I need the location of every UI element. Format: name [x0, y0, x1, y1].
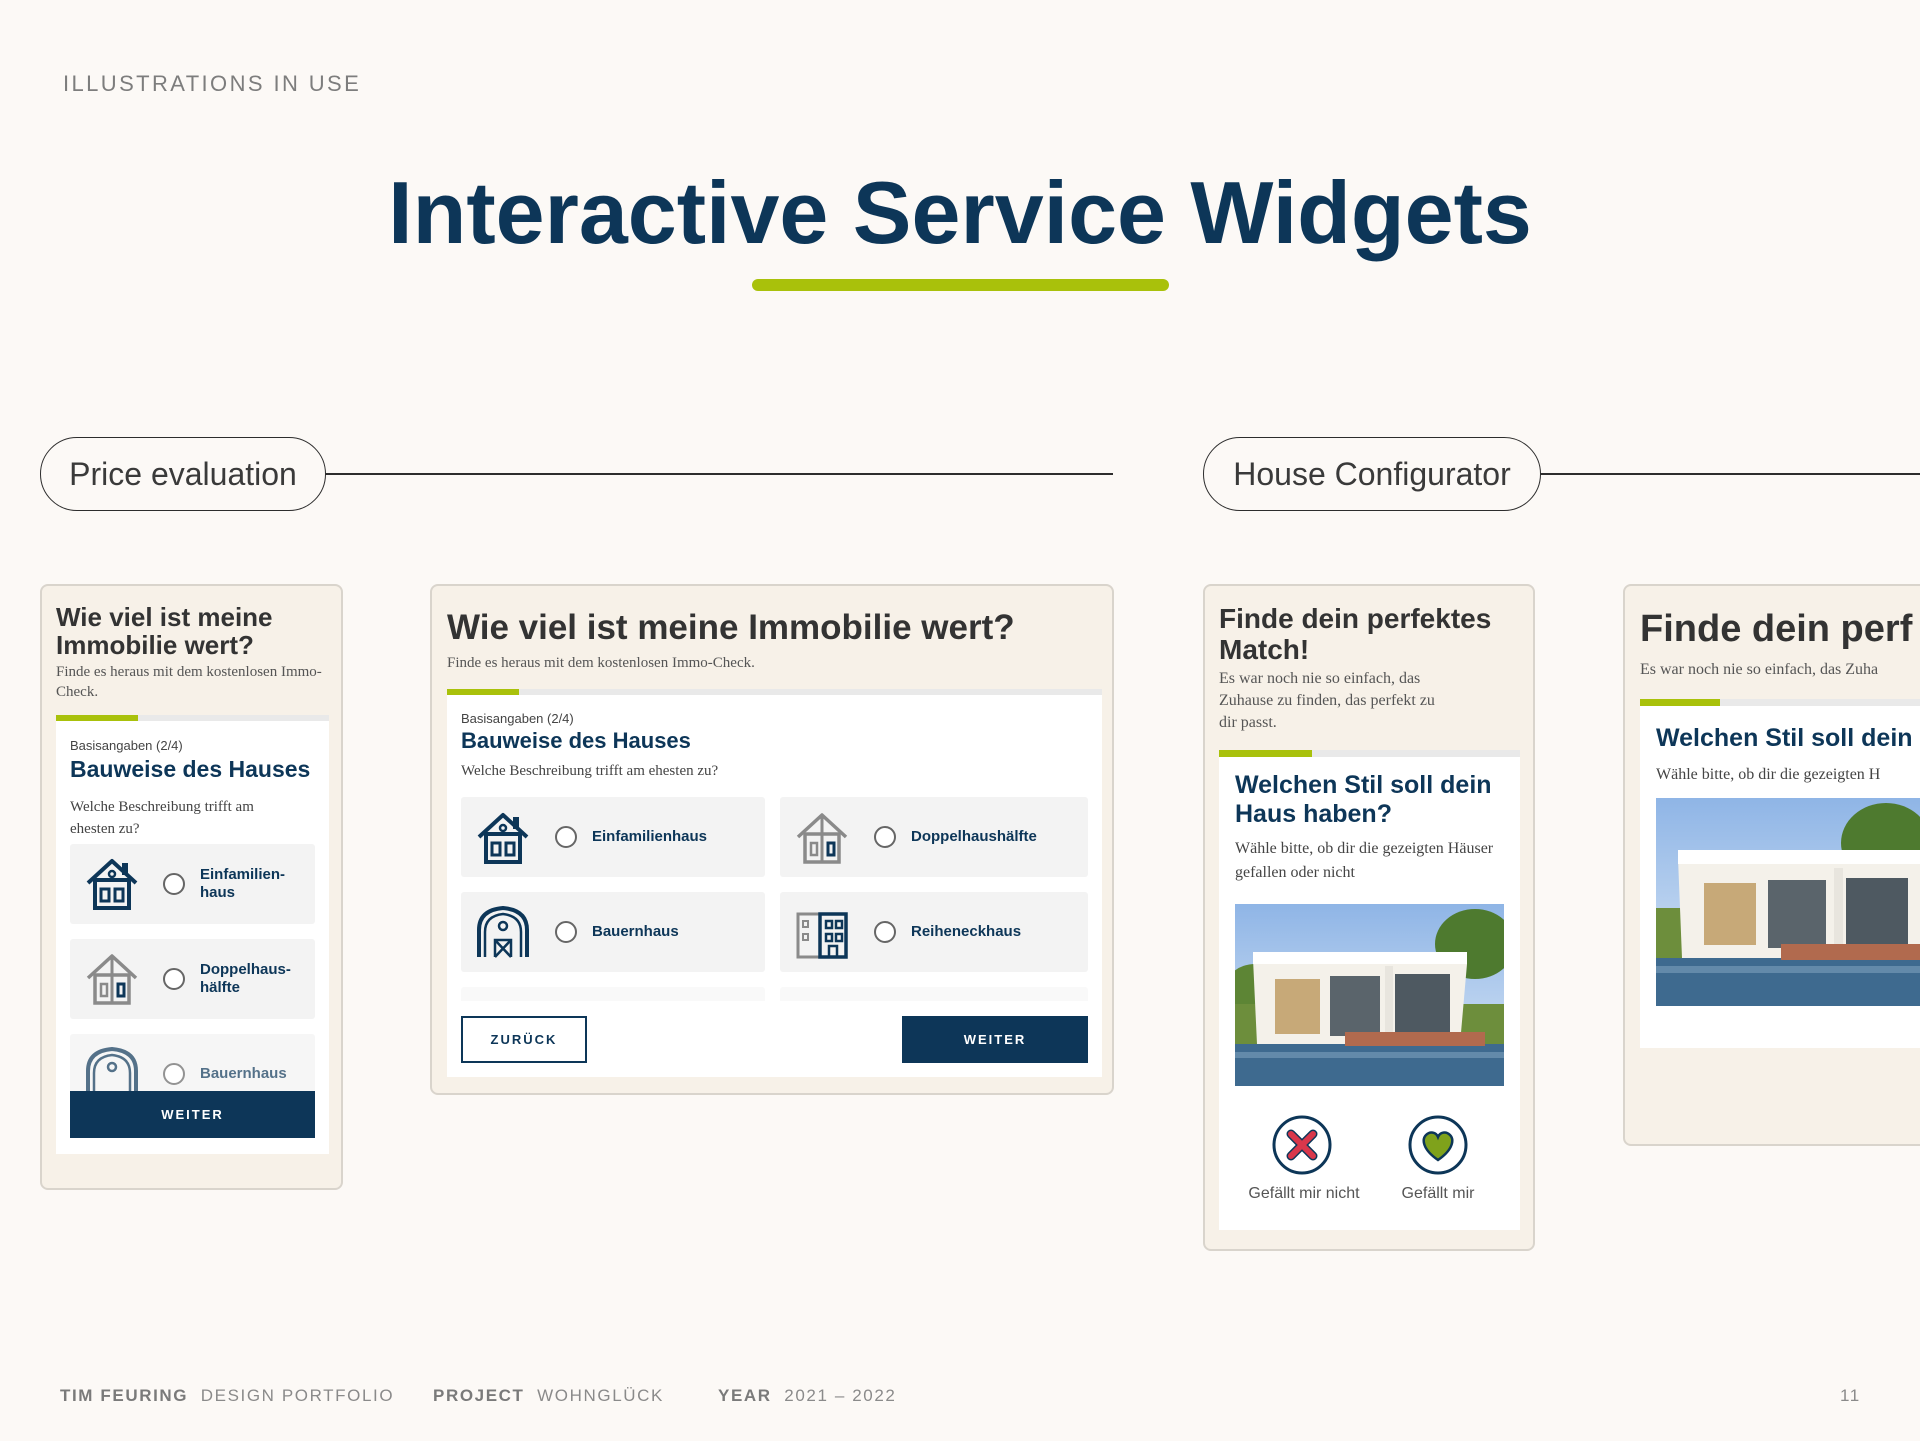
- step-label: Basisangaben (2/4): [70, 738, 183, 753]
- option-radio[interactable]: [163, 873, 185, 895]
- widget-subtitle: Finde es heraus mit dem kostenlosen Immo…: [56, 664, 322, 700]
- option-einfamilienhaus[interactable]: Einfamilien-haus: [70, 844, 315, 924]
- question-title: Welchen Stil soll dein Haus haben?: [1235, 771, 1492, 828]
- progress-bar: [1219, 750, 1520, 757]
- question-description: Welche Beschreibung trifft am ehesten zu…: [461, 763, 719, 779]
- footer-project: PROJECT WOHNGLÜCK: [433, 1386, 664, 1406]
- option-grid[interactable]: Einfamilienhaus Doppelhaushälfte Bauernh…: [461, 797, 1088, 1001]
- semi-detached-house-icon: [82, 948, 142, 1008]
- progress-fill: [1219, 750, 1313, 757]
- progress-fill: [1640, 699, 1720, 706]
- option-bauernhaus[interactable]: Bauernhaus: [461, 892, 765, 972]
- question-description: Welche Beschreibung trifft am ehesten zu…: [70, 799, 254, 837]
- next-button[interactable]: WEITER: [70, 1091, 315, 1138]
- section-divider: [320, 473, 1113, 475]
- section-divider: [1538, 473, 1920, 475]
- barn-icon: [473, 902, 533, 962]
- house-photo: [1656, 798, 1920, 1006]
- question-title: Welchen Stil soll dein: [1656, 724, 1913, 752]
- footer-year-value: 2021 – 2022: [784, 1386, 897, 1405]
- house-icon: [473, 807, 533, 867]
- option-reiheneckhaus[interactable]: Reiheneckhaus: [780, 892, 1088, 972]
- like-heart-icon[interactable]: [1408, 1115, 1468, 1175]
- configurator-widget-desktop: Finde dein perf Es war noch nie so einfa…: [1623, 584, 1920, 1146]
- next-button[interactable]: WEITER: [902, 1016, 1088, 1063]
- price-widget-desktop: Wie viel ist meine Immobilie wert? Finde…: [430, 584, 1114, 1095]
- option-label: Einfamilien-haus: [200, 866, 286, 901]
- widget-heading: Finde dein perf: [1640, 608, 1913, 650]
- page-number: 11: [1840, 1386, 1861, 1405]
- option-label: Doppelhaus-hälfte: [200, 961, 291, 996]
- footer-year-label: YEAR: [718, 1386, 772, 1405]
- question-title: Bauweise des Hauses: [461, 728, 691, 753]
- semi-detached-house-icon: [792, 807, 852, 867]
- dislike-label: Gefällt mir nicht: [1248, 1185, 1360, 1202]
- option-list[interactable]: Einfamilien-haus Doppelhaus-hälfte Bauer…: [70, 844, 315, 1116]
- section-pill-house-configurator: House Configurator: [1203, 437, 1541, 511]
- house-photo: [1235, 904, 1504, 1086]
- footer-year: YEAR 2021 – 2022: [718, 1386, 896, 1406]
- dislike-x-icon[interactable]: [1272, 1115, 1332, 1175]
- question-title: Bauweise des Hauses: [70, 756, 311, 782]
- page-title: Interactive Service Widgets: [388, 163, 1532, 262]
- question-description: Wähle bitte, ob dir die gezeigten H: [1656, 766, 1881, 783]
- widget-body: Welchen Stil soll dein Wähle bitte, ob d…: [1640, 706, 1920, 1048]
- widget-subtitle: Finde es heraus mit dem kostenlosen Immo…: [447, 655, 755, 671]
- option-radio[interactable]: [163, 1063, 185, 1085]
- configurator-widget-mobile: Finde dein perfektes Match! Es war noch …: [1203, 584, 1535, 1251]
- question-description: Wähle bitte, ob dir die gezeigten Häuser…: [1235, 840, 1494, 881]
- step-label: Basisangaben (2/4): [461, 711, 574, 726]
- like-label: Gefällt mir: [1401, 1185, 1475, 1202]
- widget-subtitle: Es war noch nie so einfach, das Zuhause …: [1219, 670, 1435, 731]
- footer-project-value: WOHNGLÜCK: [537, 1386, 664, 1405]
- house-icon: [82, 853, 142, 913]
- footer-author-label: TIM FEURING: [60, 1386, 189, 1405]
- townhouse-icon: [792, 902, 852, 962]
- widget-body: Welchen Stil soll dein Haus haben? Wähle…: [1219, 757, 1520, 1230]
- price-widget-mobile: Wie viel ist meine Immobilie wert? Finde…: [40, 584, 343, 1190]
- option-radio[interactable]: [555, 826, 577, 848]
- widget-body: Basisangaben (2/4) Bauweise des Hauses W…: [447, 695, 1102, 1077]
- footer-project-label: PROJECT: [433, 1386, 525, 1405]
- option-doppelhaushaelfte[interactable]: Doppelhaus-hälfte: [70, 939, 315, 1019]
- title-underline: [752, 279, 1169, 291]
- widget-heading: Wie viel ist meine Immobilie wert?: [447, 608, 1015, 647]
- widget-heading: Wie viel ist meine Immobilie wert?: [56, 602, 273, 660]
- option-label: Reiheneckhaus: [911, 923, 1022, 940]
- option-label: Einfamilienhaus: [592, 828, 708, 845]
- option-partial: [461, 987, 765, 1001]
- widget-body: Basisangaben (2/4) Bauweise des Hauses W…: [56, 721, 329, 1154]
- option-radio[interactable]: [555, 921, 577, 943]
- widget-heading: Finde dein perfektes Match!: [1219, 603, 1492, 665]
- option-einfamilienhaus[interactable]: Einfamilienhaus: [461, 797, 765, 877]
- option-label: Bauernhaus: [200, 1065, 287, 1082]
- option-label: Doppelhaushälfte: [911, 828, 1037, 845]
- widget-subtitle: Es war noch nie so einfach, das Zuha: [1640, 661, 1879, 678]
- section-eyebrow: ILLUSTRATIONS IN USE: [63, 71, 362, 96]
- footer-author: TIM FEURING DESIGN PORTFOLIO: [60, 1386, 394, 1406]
- section-pill-price-evaluation: Price evaluation: [40, 437, 326, 511]
- option-partial: [780, 987, 1088, 1001]
- option-radio[interactable]: [874, 826, 896, 848]
- option-radio[interactable]: [874, 921, 896, 943]
- option-radio[interactable]: [163, 968, 185, 990]
- option-doppelhaushaelfte[interactable]: Doppelhaushälfte: [780, 797, 1088, 877]
- option-label: Bauernhaus: [592, 923, 679, 940]
- footer-author-value: DESIGN PORTFOLIO: [200, 1386, 395, 1405]
- progress-bar: [1640, 699, 1920, 706]
- back-button[interactable]: ZURÜCK: [461, 1016, 587, 1063]
